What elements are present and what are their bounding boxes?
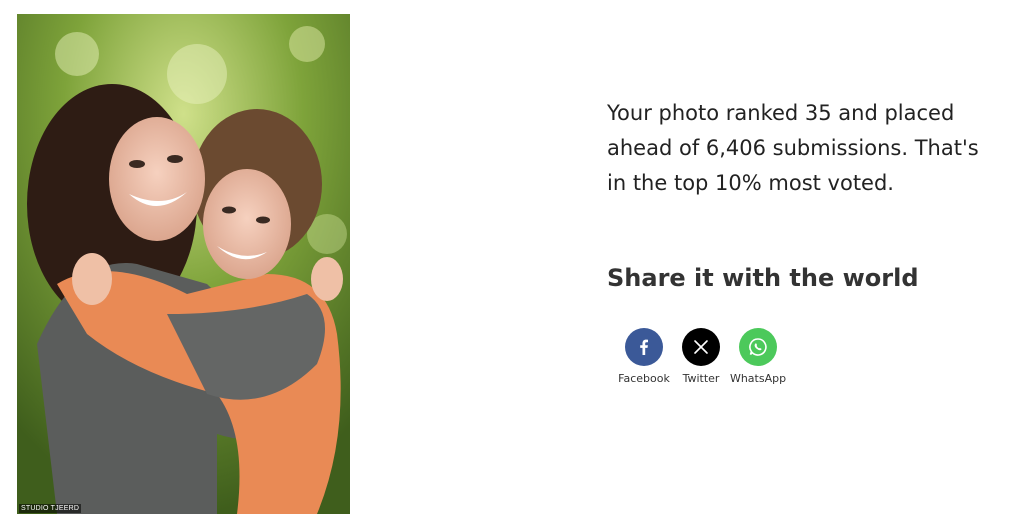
photo-illustration [17, 14, 350, 514]
photo-watermark: STUDIO TJEERD [19, 504, 82, 513]
whatsapp-icon [739, 328, 777, 366]
page: STUDIO TJEERD Your photo ranked 35 and p… [0, 0, 1024, 524]
results-panel: Your photo ranked 35 and placed ahead of… [607, 96, 1007, 385]
facebook-share-button[interactable]: Facebook [615, 328, 673, 385]
whatsapp-label: WhatsApp [729, 372, 787, 385]
facebook-icon [625, 328, 663, 366]
whatsapp-share-button[interactable]: WhatsApp [729, 328, 787, 385]
ranking-text: Your photo ranked 35 and placed ahead of… [607, 101, 979, 195]
share-heading: Share it with the world [607, 264, 919, 292]
facebook-label: Facebook [618, 372, 670, 385]
submission-photo: STUDIO TJEERD [17, 14, 350, 514]
twitter-label: Twitter [682, 372, 720, 385]
twitter-share-button[interactable]: Twitter [673, 328, 729, 385]
share-buttons: Facebook Twitter WhatsApp [615, 328, 787, 385]
x-icon [682, 328, 720, 366]
